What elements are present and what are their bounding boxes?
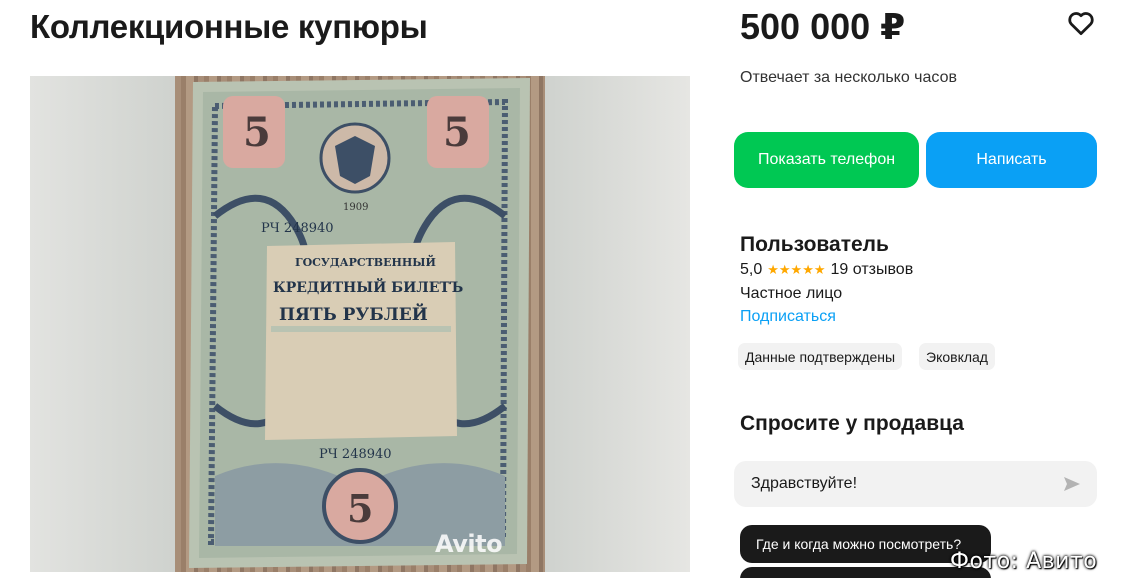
banknote-denomination-bottom: 5: [347, 486, 373, 531]
send-icon[interactable]: [1062, 474, 1082, 494]
banknote-subheader: КРЕДИТНЫЙ БИЛЕТЪ: [273, 277, 463, 296]
banknote-serial-top: РЧ 248940: [261, 221, 334, 236]
show-phone-button[interactable]: Показать телефон: [734, 132, 919, 188]
photo-credit: Фото: Авито: [950, 549, 1098, 574]
banknote-denomination-top-left: 5: [243, 109, 271, 156]
seller-type: Частное лицо: [740, 285, 843, 302]
star-icon: ★★★★★: [767, 262, 826, 277]
seller-rating: 5,0 ★★★★★ 19 отзывов: [740, 261, 913, 279]
badge-eco[interactable]: Эковклад: [919, 343, 995, 370]
ask-seller-title: Спросите у продавца: [740, 412, 964, 435]
gallery-blur-right: [545, 76, 690, 572]
avito-watermark: Avito: [435, 530, 503, 558]
banknote-year: 1909: [343, 202, 368, 213]
listing-price: 500 000 ₽: [740, 6, 906, 47]
gallery-blur-left: [30, 76, 175, 572]
message-input[interactable]: [734, 461, 1097, 507]
subscribe-link[interactable]: Подписаться: [740, 308, 836, 326]
banknote-header: ГОСУДАРСТВЕННЫЙ: [295, 254, 436, 269]
seller-name[interactable]: Пользователь: [740, 233, 889, 257]
banknote-value-text: ПЯТЬ РУБЛЕЙ: [279, 303, 428, 325]
reviews-link[interactable]: 19 отзывов: [831, 261, 914, 279]
banknote-denomination-top-right: 5: [443, 109, 471, 156]
response-time: Отвечает за несколько часов: [740, 69, 957, 86]
photo-gallery[interactable]: 5 5 1909 РЧ 248940 ГОСУДАРСТВЕННЫЙ КРЕДИ…: [30, 76, 690, 572]
heart-icon[interactable]: [1066, 8, 1096, 38]
listing-title: Коллекционные купюры: [30, 8, 428, 45]
write-message-button[interactable]: Написать: [926, 132, 1097, 188]
banknote-serial-bottom: РЧ 248940: [319, 447, 392, 462]
banknote-photo: 5 5 1909 РЧ 248940 ГОСУДАРСТВЕННЫЙ КРЕДИ…: [189, 78, 530, 568]
rating-value: 5,0: [740, 261, 763, 278]
badge-verified: Данные подтверждены: [738, 343, 903, 370]
